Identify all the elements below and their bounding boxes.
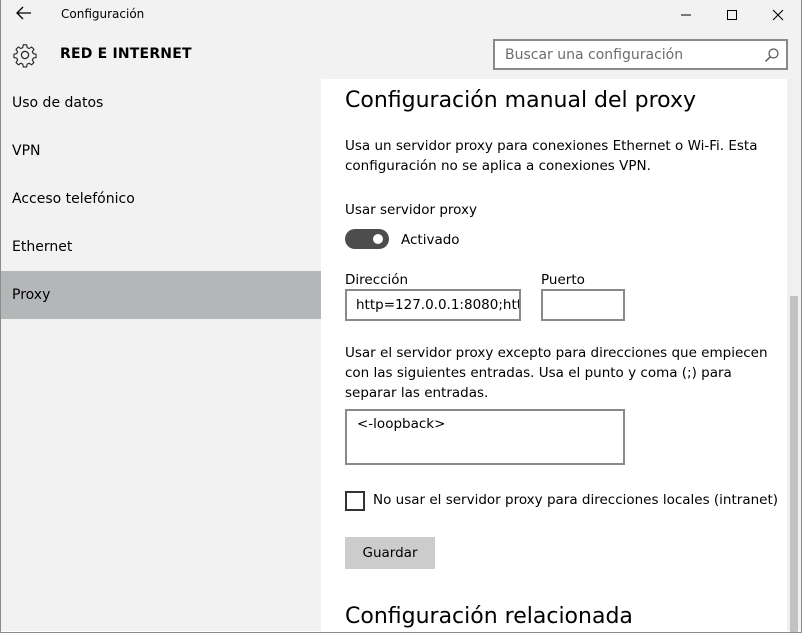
proxy-description: Usa un servidor proxy para conexiones Et…: [345, 138, 758, 174]
port-field-box[interactable]: [541, 289, 625, 321]
search-icon[interactable]: [764, 47, 780, 63]
section-title: RED E INTERNET: [60, 46, 192, 62]
scrollbar-thumb[interactable]: [790, 296, 798, 632]
maximize-icon[interactable]: [709, 0, 755, 30]
address-field[interactable]: [347, 291, 519, 319]
gear-icon: [12, 42, 38, 68]
save-button[interactable]: Guardar: [345, 537, 435, 569]
search-box[interactable]: [493, 39, 788, 70]
address-field-box[interactable]: [345, 289, 521, 321]
close-icon[interactable]: [755, 0, 801, 30]
toggle-state-label: Activado: [401, 232, 460, 248]
sidebar-item-uso-de-datos[interactable]: Uso de datos: [1, 79, 321, 127]
sidebar-item-ethernet[interactable]: Ethernet: [1, 223, 321, 271]
window-title: Configuración: [61, 7, 145, 21]
related-settings-title: Configuración relacionada: [345, 604, 633, 629]
exceptions-label: Usar el servidor proxy excepto para dire…: [345, 345, 768, 401]
local-bypass-label[interactable]: No usar el servidor proxy para direccion…: [373, 492, 778, 508]
exceptions-field[interactable]: <-loopback>: [347, 411, 623, 463]
use-proxy-toggle[interactable]: [345, 229, 389, 249]
main-content: Configuración manual del proxy Usa un se…: [321, 79, 787, 631]
settings-window: Configuración RED E INTERNET Buscar una …: [0, 0, 802, 633]
exceptions-field-box[interactable]: <-loopback>: [345, 409, 625, 465]
search-input[interactable]: [495, 41, 760, 68]
address-label: Dirección: [345, 272, 409, 288]
port-field[interactable]: [543, 291, 623, 319]
sidebar-item-acceso-telefonico[interactable]: Acceso telefónico: [1, 175, 321, 223]
page-title: Configuración manual del proxy: [345, 88, 697, 113]
back-arrow-icon[interactable]: [11, 4, 37, 26]
sidebar-item-vpn[interactable]: VPN: [1, 127, 321, 175]
local-bypass-checkbox[interactable]: [345, 491, 365, 511]
minimize-icon[interactable]: [663, 0, 709, 30]
content-scrollbar[interactable]: [787, 79, 801, 632]
use-proxy-label: Usar servidor proxy: [345, 202, 477, 218]
sidebar-item-proxy[interactable]: Proxy: [1, 271, 321, 319]
page-header: RED E INTERNET: [1, 30, 801, 79]
title-bar: Configuración: [1, 0, 801, 30]
sidebar: Uso de datos VPN Acceso telefónico Ether…: [1, 79, 321, 631]
port-label: Puerto: [541, 272, 585, 288]
toggle-knob: [373, 234, 383, 244]
